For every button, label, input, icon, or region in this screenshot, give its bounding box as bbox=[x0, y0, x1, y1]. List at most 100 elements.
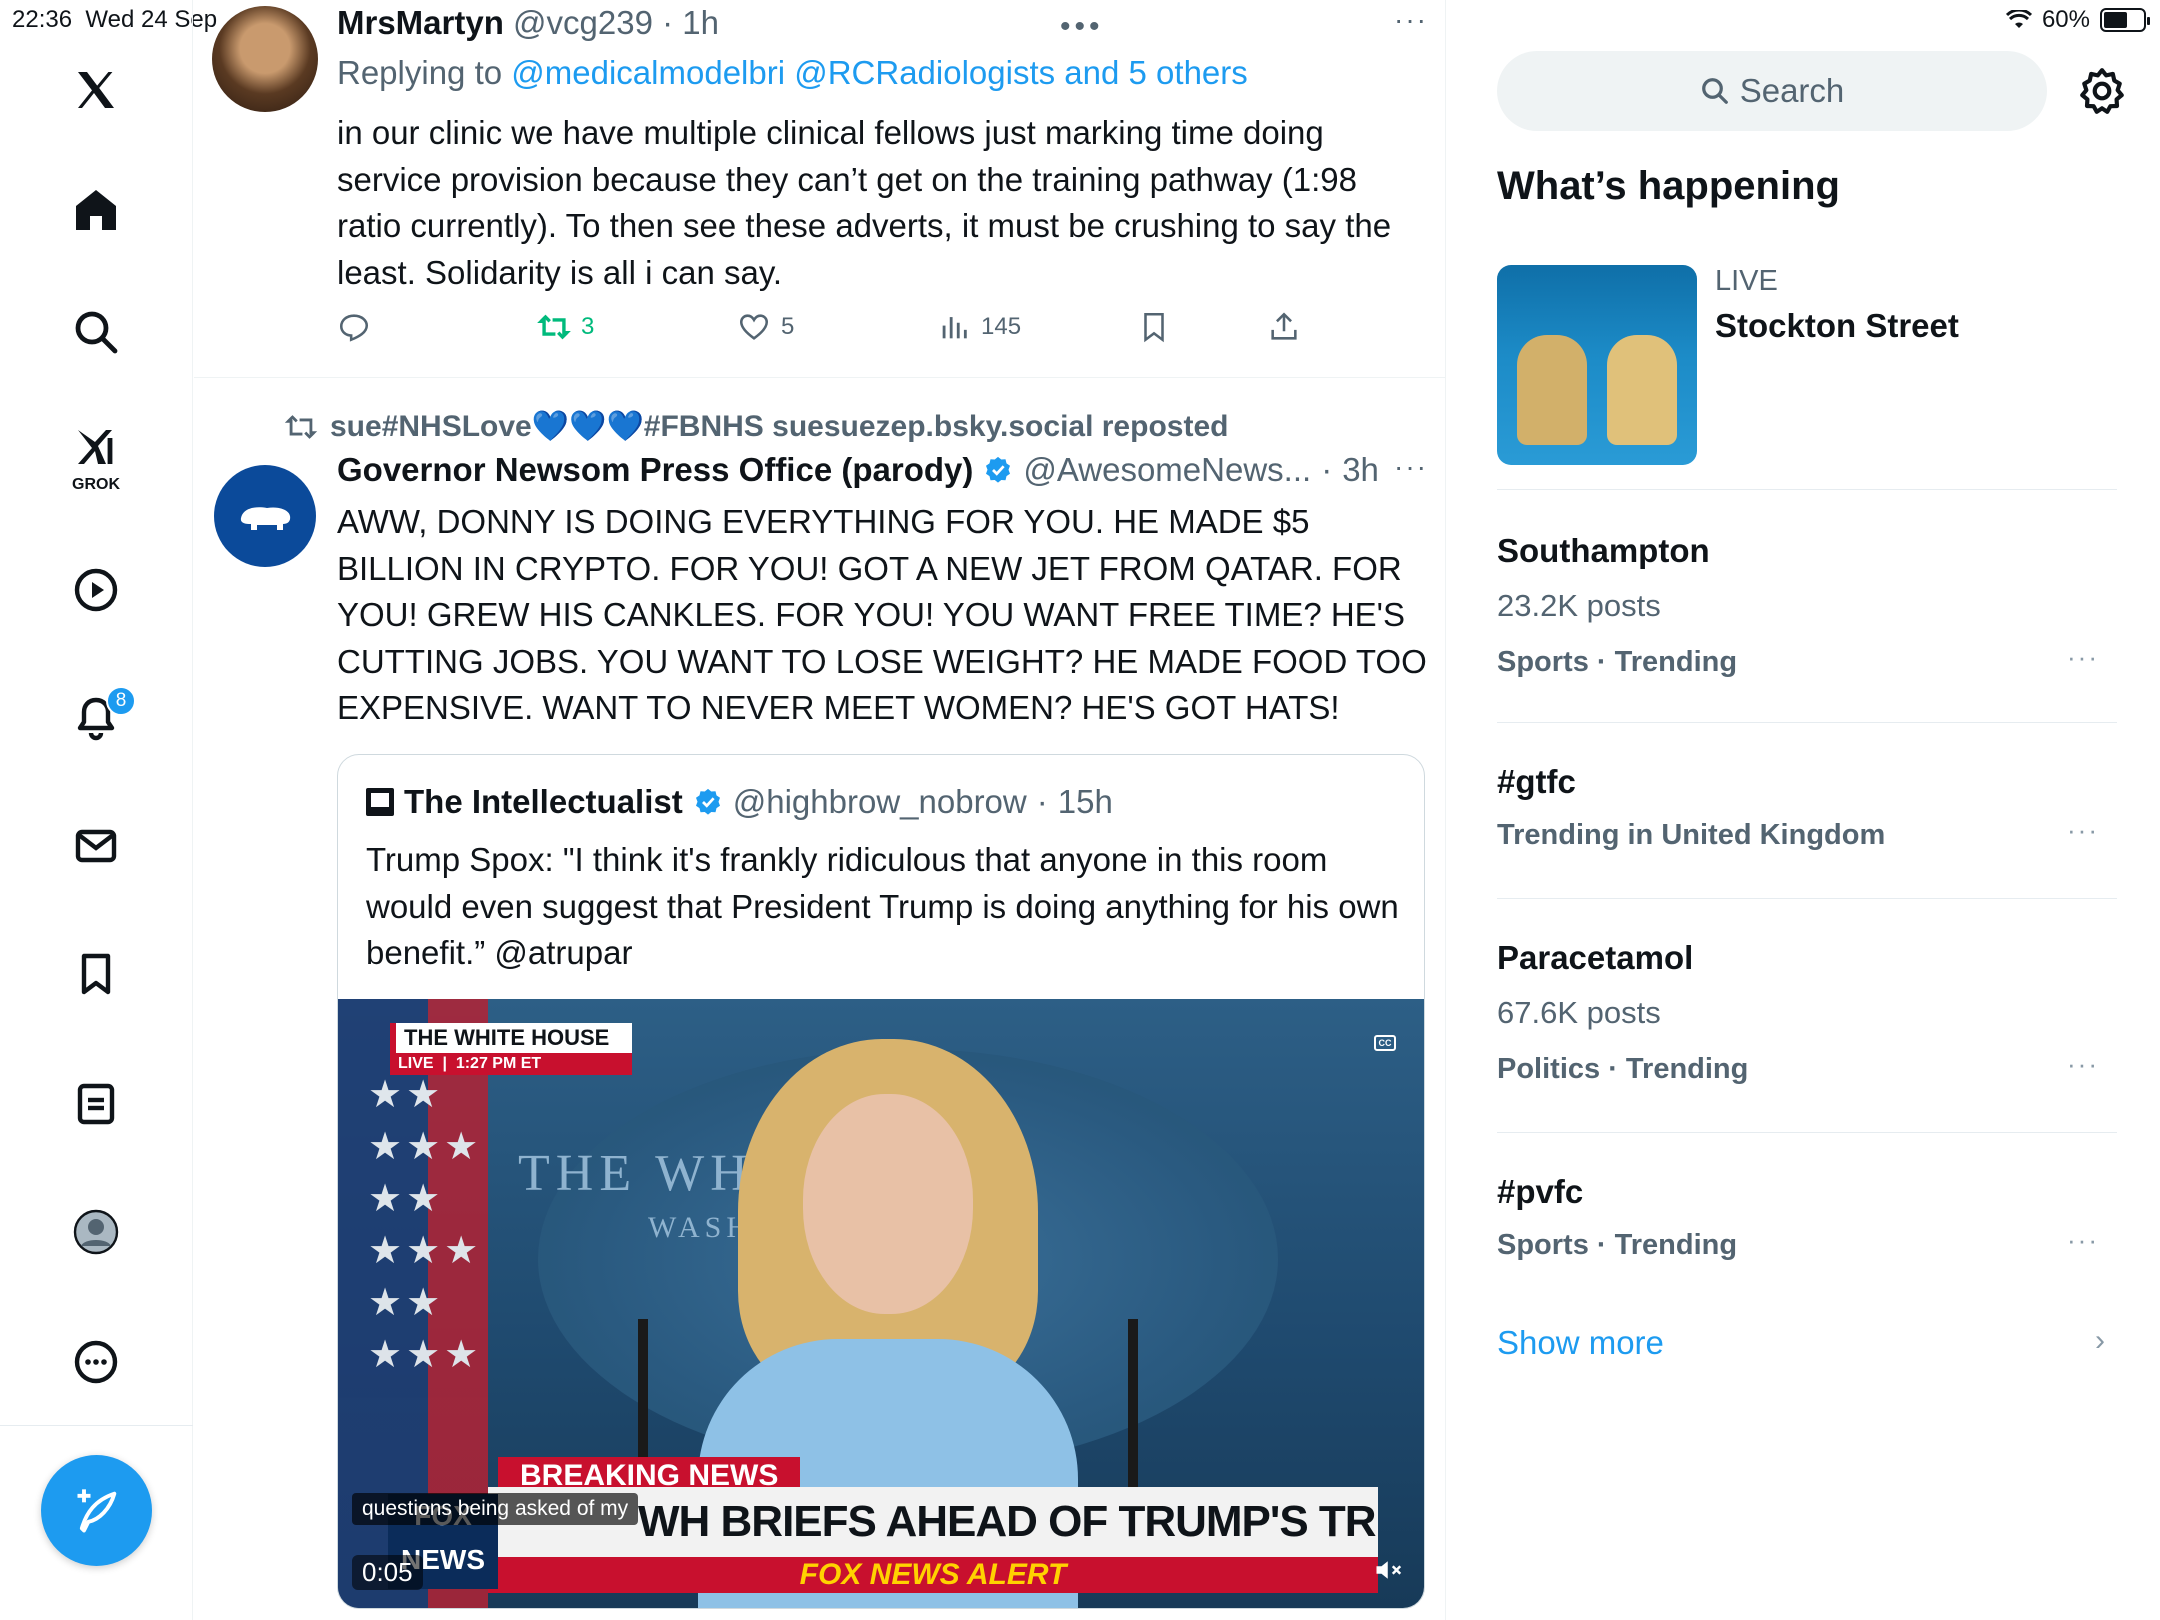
location-label: THE WHITE HOUSE bbox=[390, 1023, 632, 1053]
author-avatar[interactable] bbox=[212, 6, 318, 112]
reply-button[interactable] bbox=[337, 310, 371, 344]
retweet-icon bbox=[537, 314, 571, 340]
search-icon[interactable] bbox=[62, 298, 130, 366]
live-time: 1:27 PM ET bbox=[455, 1055, 542, 1072]
messages-icon[interactable] bbox=[62, 812, 130, 880]
like-button[interactable]: 5 bbox=[737, 310, 794, 344]
live-label: LIVE bbox=[398, 1055, 434, 1072]
closed-captions-button[interactable]: CC bbox=[1374, 1035, 1396, 1051]
timeline: MrsMartyn @vcg239 · 1h ··· Replying to @… bbox=[194, 0, 1446, 1620]
reply-icon bbox=[339, 314, 369, 342]
gear-icon[interactable] bbox=[2077, 66, 2127, 116]
retweet-button[interactable]: 3 bbox=[537, 310, 594, 344]
live-thumbnail bbox=[1497, 265, 1697, 465]
tweet-more-icon[interactable]: ··· bbox=[1394, 451, 1428, 483]
tweet-header: Governor Newsom Press Office (parody) @A… bbox=[337, 451, 1379, 489]
bookmark-icon bbox=[1144, 312, 1164, 343]
quote-header: The Intellectualist @highbrow_nobrow · 15h bbox=[366, 783, 1113, 821]
live-location-bug: THE WHITE HOUSE LIVE | 1:27 PM ET bbox=[390, 1023, 632, 1079]
trend-item[interactable]: #gtfc Trending in United Kingdom ··· bbox=[1497, 723, 2117, 899]
lists-icon[interactable] bbox=[62, 1070, 130, 1138]
profile-avatar-icon[interactable] bbox=[62, 1198, 130, 1266]
trend-posts: 67.6K posts bbox=[1497, 995, 1661, 1030]
show-more-link[interactable]: Show more bbox=[1497, 1324, 1664, 1362]
reposted-by-text[interactable]: sue#NHSLove💙💙💙#FBNHS suesuezep.bsky.soci… bbox=[330, 409, 1228, 444]
tweet-reply[interactable]: MrsMartyn @vcg239 · 1h ··· Replying to @… bbox=[194, 0, 1446, 378]
right-sidebar: Search What’s happening LIVE Stockton St… bbox=[1447, 0, 2160, 1620]
trend-meta: Sports · Trending bbox=[1497, 646, 1738, 678]
trend-more-icon[interactable]: ··· bbox=[2067, 1225, 2099, 1256]
tweet-text: AWW, DONNY IS DOING EVERYTHING FOR YOU. … bbox=[337, 503, 1427, 726]
quoted-tweet[interactable]: The Intellectualist @highbrow_nobrow · 15h… bbox=[337, 754, 1425, 1609]
reposted-by: sue#NHSLove💙💙💙#FBNHS suesuezep.bsky.soci… bbox=[284, 409, 1228, 444]
search-input[interactable]: Search bbox=[1497, 51, 2047, 131]
views-icon bbox=[942, 317, 967, 339]
bookmarks-icon[interactable] bbox=[62, 940, 130, 1008]
bear-logo-icon bbox=[240, 507, 291, 530]
author-handle[interactable]: @vcg239 bbox=[513, 4, 653, 41]
author-name[interactable]: MrsMartyn bbox=[337, 4, 504, 41]
video-timestamp: 0:05 bbox=[352, 1555, 423, 1590]
trend-meta: Sports · Trending bbox=[1497, 1229, 1738, 1261]
trend-more-icon[interactable]: ··· bbox=[2067, 642, 2099, 673]
quote-avatar-icon[interactable] bbox=[366, 788, 394, 816]
search-placeholder: Search bbox=[1739, 72, 1845, 109]
tweet-text: in our clinic we have multiple clinical … bbox=[337, 114, 1392, 291]
mute-icon[interactable] bbox=[1374, 1557, 1404, 1590]
tweet-more-icon[interactable]: ··· bbox=[1394, 4, 1428, 36]
quote-time[interactable]: 15h bbox=[1058, 783, 1113, 821]
trend-item[interactable]: Paracetamol 67.6K posts Politics · Trend… bbox=[1497, 899, 2117, 1133]
home-icon[interactable] bbox=[62, 176, 130, 244]
live-label: LIVE bbox=[1715, 265, 1778, 297]
more-options-icon[interactable] bbox=[62, 1328, 130, 1396]
live-title: Stockton Street bbox=[1715, 307, 1959, 344]
live-event-card[interactable]: LIVE Stockton Street bbox=[1497, 265, 2117, 490]
trend-more-icon[interactable]: ··· bbox=[2067, 815, 2099, 846]
replying-to: Replying to @medicalmodelbri @RCRadiolog… bbox=[337, 54, 1248, 92]
views-button[interactable]: 145 bbox=[937, 310, 1021, 344]
notifications-badge: 8 bbox=[106, 686, 136, 716]
trend-posts: 23.2K posts bbox=[1497, 588, 1661, 623]
bookmark-button[interactable] bbox=[1137, 310, 1171, 344]
tweet-repost[interactable]: sue#NHSLove💙💙💙#FBNHS suesuezep.bsky.soci… bbox=[194, 379, 1446, 1620]
video-player[interactable]: THE WHIT SE WASHI ★★ ★★★ ★★ ★★★ ★★ ★★★ THE WH… bbox=[338, 999, 1424, 1608]
repost-icon bbox=[284, 414, 318, 439]
author-handle[interactable]: @AwesomeNews... bbox=[1023, 451, 1311, 489]
nav-divider bbox=[0, 1425, 193, 1426]
compose-post-button[interactable] bbox=[41, 1455, 152, 1566]
trend-meta: Trending in United Kingdom bbox=[1497, 819, 1886, 851]
notifications-icon[interactable]: 8 bbox=[62, 684, 136, 752]
replying-prefix: Replying to bbox=[337, 54, 503, 91]
author-name[interactable]: Governor Newsom Press Office (parody) bbox=[337, 451, 973, 489]
trend-name: Paracetamol bbox=[1497, 939, 1694, 976]
video-icon[interactable] bbox=[62, 556, 130, 624]
section-title: What’s happening bbox=[1497, 164, 1840, 208]
verified-badge-icon bbox=[695, 788, 720, 815]
quote-author-handle[interactable]: @highbrow_nobrow bbox=[733, 783, 1027, 821]
quote-text: Trump Spox: "I think it's frankly ridicu… bbox=[366, 841, 1399, 971]
chevron-right-icon[interactable]: › bbox=[2095, 1324, 2105, 1358]
tweet-time[interactable]: 1h bbox=[682, 4, 719, 41]
x-logo-icon[interactable] bbox=[62, 56, 130, 124]
trend-more-icon[interactable]: ··· bbox=[2067, 1049, 2099, 1080]
share-icon bbox=[1271, 312, 1297, 340]
grok-icon[interactable]: GROK bbox=[62, 420, 130, 493]
replying-to-links[interactable]: @medicalmodelbri @RCRadiologists and 5 o… bbox=[511, 54, 1248, 91]
trend-item[interactable]: #pvfc Sports · Trending ··· bbox=[1497, 1133, 2117, 1309]
tweet-time[interactable]: 3h bbox=[1342, 451, 1379, 489]
verified-badge-icon bbox=[986, 456, 1011, 483]
quote-author-name[interactable]: The Intellectualist bbox=[404, 783, 683, 821]
tweet-actions: 3 5 145 bbox=[337, 310, 1337, 350]
heart-icon bbox=[739, 314, 769, 340]
trend-name: #gtfc bbox=[1497, 763, 1576, 800]
retweet-count: 3 bbox=[581, 313, 595, 340]
author-avatar[interactable] bbox=[214, 465, 316, 567]
like-count: 5 bbox=[781, 313, 795, 340]
compose-quill-icon bbox=[77, 1488, 116, 1532]
primary-nav: GROK 8 bbox=[0, 0, 193, 1620]
trend-item[interactable]: Southampton 23.2K posts Sports · Trendin… bbox=[1497, 490, 2117, 723]
share-button[interactable] bbox=[1267, 310, 1301, 344]
search-icon bbox=[1701, 78, 1728, 104]
video-caption: questions being asked of my bbox=[352, 1493, 639, 1525]
view-count: 145 bbox=[981, 313, 1022, 340]
